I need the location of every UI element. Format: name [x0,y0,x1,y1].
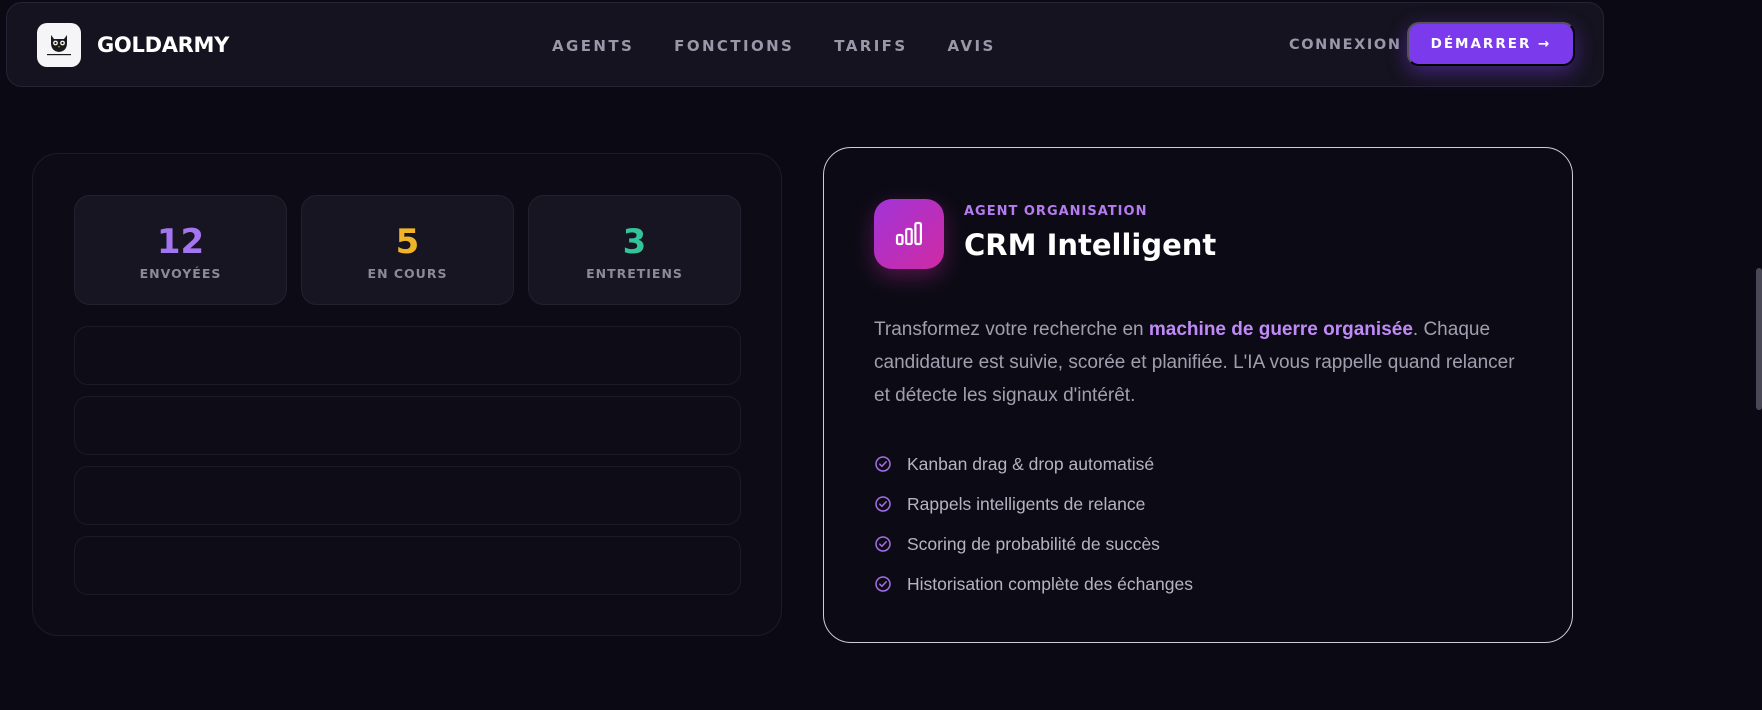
stat-card-interviews: 3 ENTRETIENS [528,195,741,305]
feature-item: Rappels intelligents de relance [874,484,1193,524]
brand-name: GOLDARMY [97,33,230,57]
dashboard-preview-panel: 12 ENVOYÉES 5 EN COURS 3 ENTRETIENS [32,153,782,636]
login-link[interactable]: CONNEXION [1289,37,1402,53]
scrollbar-thumb[interactable] [1756,268,1762,410]
card-description: Transformez votre recherche en machine d… [874,313,1534,412]
check-circle-icon [874,535,892,553]
list-row-placeholder [74,466,741,525]
check-circle-icon [874,495,892,513]
owl-logo-icon [37,23,81,67]
description-highlight: machine de guerre organisée [1148,319,1413,340]
feature-card-crm: AGENT ORGANISATION CRM Intelligent Trans… [823,147,1573,643]
feature-label: Rappels intelligents de relance [907,493,1146,514]
card-title: CRM Intelligent [964,228,1217,262]
nav-link-avis[interactable]: AVIS [948,37,996,55]
check-circle-icon [874,575,892,593]
description-text: Transformez votre recherche en [874,319,1149,340]
navbar: GOLDARMY AGENTS FONCTIONS TARIFS AVIS CO… [6,2,1604,87]
feature-label: Scoring de probabilité de succès [907,533,1160,554]
nav-link-agents[interactable]: AGENTS [552,37,634,55]
brand-link[interactable]: GOLDARMY [37,23,229,67]
stat-value: 5 [395,222,420,262]
bar-chart-icon [874,199,944,269]
nav-link-fonctions[interactable]: FONCTIONS [674,37,794,55]
list-row-placeholder [74,396,741,455]
stat-value: 12 [156,222,205,262]
feature-label: Historisation complète des échanges [907,573,1193,594]
list-row-placeholder [74,536,741,595]
start-button[interactable]: DÉMARRER → [1407,22,1575,66]
stat-label: EN COURS [367,266,448,281]
list-row-placeholder [74,326,741,385]
feature-list: Kanban drag & drop automatisé Rappels in… [874,444,1193,604]
feature-item: Historisation complète des échanges [874,564,1193,604]
nav-link-tarifs[interactable]: TARIFS [834,37,907,55]
stat-value: 3 [622,222,647,262]
stat-label: ENVOYÉES [139,266,222,281]
card-kicker: AGENT ORGANISATION [964,204,1148,219]
feature-item: Kanban drag & drop automatisé [874,444,1193,484]
feature-item: Scoring de probabilité de succès [874,524,1193,564]
stat-card-sent: 12 ENVOYÉES [74,195,287,305]
stat-label: ENTRETIENS [586,266,683,281]
stat-card-in-progress: 5 EN COURS [301,195,514,305]
nav-links: AGENTS FONCTIONS TARIFS AVIS [552,3,996,88]
feature-label: Kanban drag & drop automatisé [907,453,1155,474]
check-circle-icon [874,455,892,473]
